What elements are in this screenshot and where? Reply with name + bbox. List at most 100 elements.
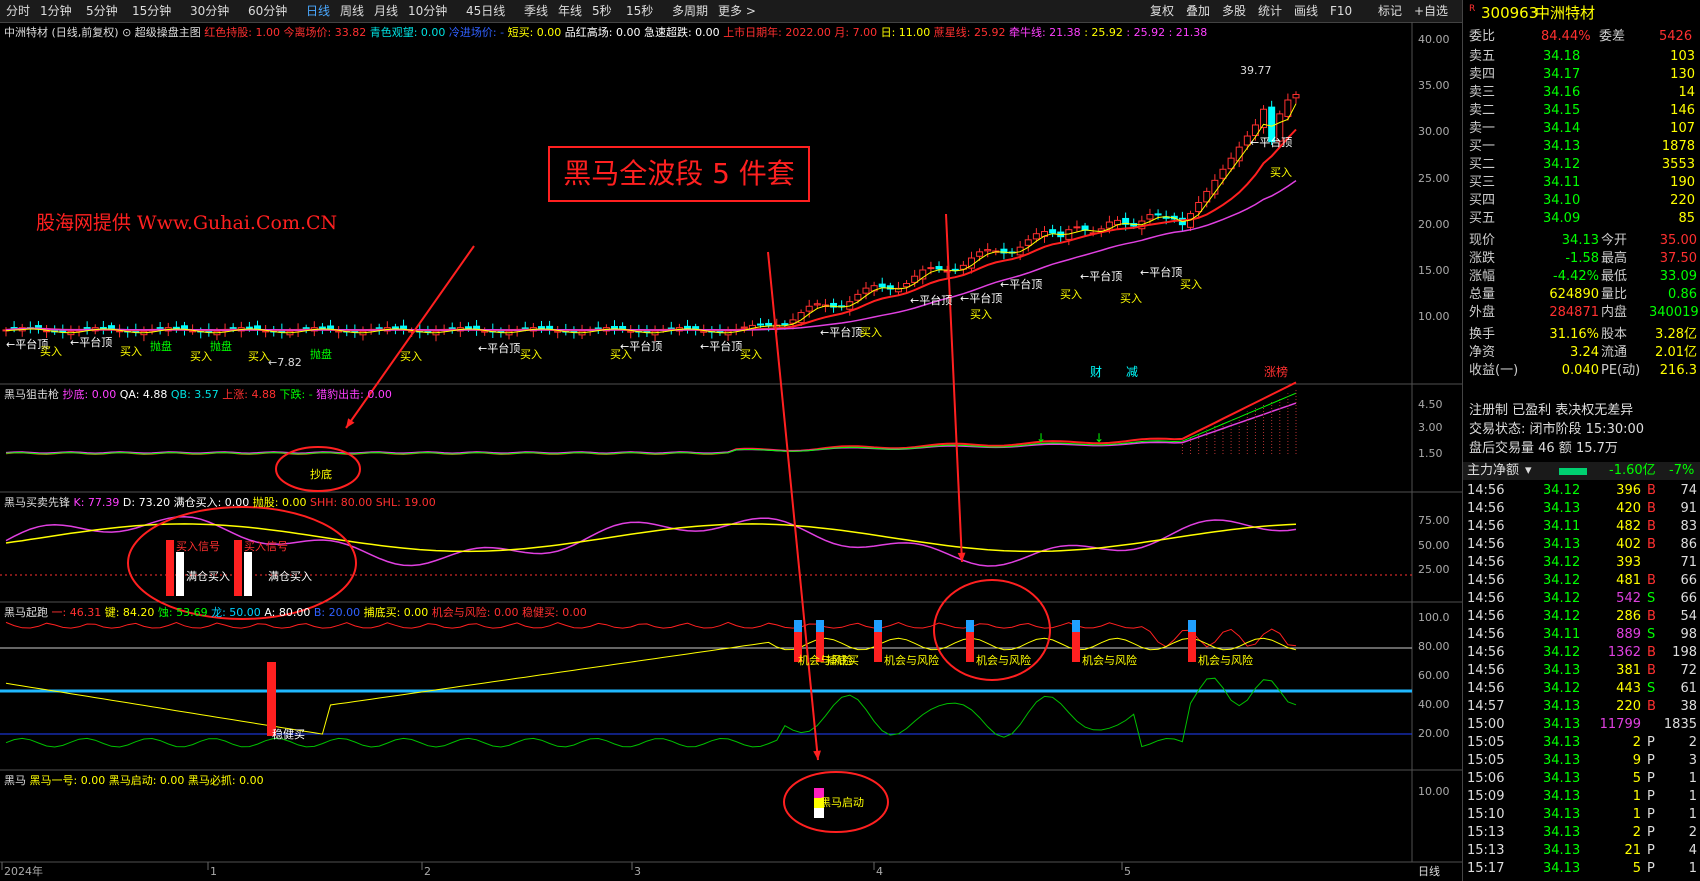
indicator-param: K: 77.39: [73, 496, 123, 509]
net-flow-bar: [1559, 468, 1587, 475]
tick-volume: 481: [1616, 573, 1641, 588]
opportunity-text: 机会与风险: [1198, 654, 1253, 667]
tick-price: 34.12: [1543, 573, 1581, 588]
timeframe-tab[interactable]: 多周期: [672, 0, 708, 22]
stat-row: 换手 31.16% 股本 3.28亿: [1463, 326, 1700, 344]
after-hours: 盘后交易量 46 额 15.7万: [1469, 441, 1618, 456]
chart-area[interactable]: ↓ ↓ 中洲特材 (日线,前复权) ⊙ 超级操盘主图 红色持股: 1.00 今离场…: [0, 22, 1462, 881]
tick-side: B: [1647, 519, 1656, 534]
ask-price: 34.14: [1543, 121, 1581, 136]
tick-price: 34.12: [1543, 555, 1581, 570]
platform-top-label: ←平台顶: [1080, 270, 1123, 283]
y-tick-label: 4.50: [1418, 398, 1443, 411]
timeframe-tab[interactable]: 日线: [306, 0, 330, 22]
timeframe-tab[interactable]: 分时: [6, 0, 30, 22]
tick-row: 14:56 34.12 1362 B 198: [1463, 644, 1700, 662]
timeframe-tab[interactable]: 45日线: [466, 0, 505, 22]
timeframe-tab[interactable]: 1分钟: [40, 0, 72, 22]
tick-time: 14:56: [1467, 519, 1505, 534]
timeframe-tab[interactable]: 5秒: [592, 0, 612, 22]
tick-row: 14:56 34.11 889 S 98: [1463, 626, 1700, 644]
toolbar-button[interactable]: 叠加: [1186, 0, 1210, 22]
full-buy-text: 满仓买入: [186, 570, 230, 583]
y-tick-label: 40.00: [1418, 33, 1450, 46]
candle-body: [521, 327, 529, 330]
tick-side: P: [1647, 789, 1655, 804]
tick-time: 14:56: [1467, 483, 1505, 498]
stat-label: 外盘: [1469, 305, 1496, 320]
stat-value: 216.3: [1659, 363, 1697, 378]
tick-volume: 381: [1616, 663, 1641, 678]
toolbar-button[interactable]: F10: [1330, 0, 1352, 22]
tick-side: S: [1647, 681, 1656, 696]
tick-count: 72: [1680, 663, 1697, 678]
tick-count: 54: [1680, 609, 1697, 624]
indicator-name[interactable]: ⊙ 超级操盘主图: [119, 26, 205, 39]
timeframe-tab[interactable]: 周线: [340, 0, 364, 22]
tick-row: 15:00 34.13 11799 1835: [1463, 716, 1700, 734]
timeframe-tab[interactable]: 月线: [374, 0, 398, 22]
quote-panel: R 300963 中洲特材 委比 84.44% 委差 5426 卖五 34.18 103 卖四 34.…: [1462, 0, 1700, 881]
ask-row: 卖四 34.17 130: [1463, 66, 1700, 84]
bottom-fishing-label: 抄底: [310, 468, 332, 481]
timeframe-tab[interactable]: 季线: [524, 0, 548, 22]
toolbar-button[interactable]: 统计: [1258, 0, 1282, 22]
ask-price: 34.16: [1543, 85, 1581, 100]
diff-value: 5426: [1659, 29, 1693, 44]
timeframe-tab[interactable]: 15分钟: [132, 0, 171, 22]
tick-row: 14:56 34.12 396 B 74: [1463, 482, 1700, 500]
tick-side: P: [1647, 735, 1655, 750]
stat-value: 35.00: [1659, 233, 1697, 248]
ask-volume: 14: [1678, 85, 1695, 100]
bid-row: 买二 34.12 3553: [1463, 156, 1700, 174]
promo-box: 黑马全波段 5 件套: [548, 146, 810, 202]
tick-side: P: [1647, 825, 1655, 840]
tick-time: 14:57: [1467, 699, 1505, 714]
toolbar-button[interactable]: 画线: [1294, 0, 1318, 22]
tick-side: P: [1647, 753, 1655, 768]
indicator-param: 冷进场价: -: [448, 26, 508, 39]
timeframe-tab[interactable]: 15秒: [626, 0, 653, 22]
toolbar-button[interactable]: 标记: [1378, 0, 1402, 22]
indicator-param: QB: 3.57: [170, 388, 223, 401]
tick-volume: 2: [1632, 735, 1641, 750]
timeframe-tab[interactable]: 5分钟: [86, 0, 118, 22]
timeframe-tab[interactable]: 60分钟: [248, 0, 287, 22]
toolbar-button[interactable]: 多股: [1222, 0, 1246, 22]
candle-body: [229, 327, 237, 330]
date-axis-label: 1: [210, 865, 217, 878]
stat-row: 总量 624890 量比 0.86: [1463, 286, 1700, 304]
after-hours-row: 盘后交易量 46 额 15.7万: [1463, 440, 1700, 458]
tick-time: 15:00: [1467, 717, 1505, 732]
indicator-param: : 25.92: [1084, 26, 1127, 39]
tick-side: B: [1647, 663, 1656, 678]
toolbar-button[interactable]: 复权: [1150, 0, 1174, 22]
y-tick-label: 20.00: [1418, 727, 1450, 740]
ask-row: 卖三 34.16 14: [1463, 84, 1700, 102]
indicator-param: 上市日期年: 2022.00: [723, 26, 835, 39]
signal-bar-red: [966, 632, 974, 662]
toolbar-button[interactable]: +自选: [1414, 0, 1448, 22]
start-text: 黑马启动: [820, 796, 864, 809]
stat-value: -4.42%: [1553, 269, 1599, 284]
timeframe-tab[interactable]: 10分钟: [408, 0, 447, 22]
tick-count: 1835: [1663, 717, 1697, 732]
candle-body: [765, 322, 773, 326]
y-tick-label: 10.00: [1418, 785, 1450, 798]
candle-body: [1032, 233, 1040, 240]
stat-value: 31.16%: [1549, 327, 1599, 342]
candle-body: [156, 327, 164, 330]
indicator-param: 红色持股: 1.00: [204, 26, 284, 39]
order-ratio-row: 委比 84.44% 委差 5426: [1463, 28, 1700, 46]
buy-signal-label: 买入: [1060, 288, 1082, 301]
throw-signal-label: 抛盘: [150, 340, 172, 353]
timeframe-tab[interactable]: 年线: [558, 0, 582, 22]
indicator-param: SHH: 80.00: [309, 496, 376, 509]
timeframe-tab[interactable]: 更多 >: [718, 0, 756, 22]
timeframe-tab[interactable]: 30分钟: [190, 0, 229, 22]
tick-volume: 286: [1616, 609, 1641, 624]
tick-row: 14:56 34.13 402 B 86: [1463, 536, 1700, 554]
stat-row: 外盘 284871 内盘 340019: [1463, 304, 1700, 322]
bid-label: 买二: [1469, 157, 1496, 172]
tick-count: 1: [1688, 789, 1697, 804]
